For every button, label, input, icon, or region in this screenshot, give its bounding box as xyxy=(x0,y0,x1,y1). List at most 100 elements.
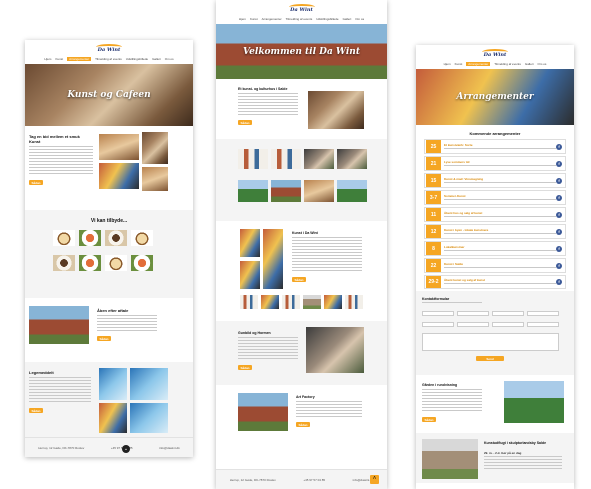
nav-item[interactable]: Hjem xyxy=(44,57,51,61)
intro-section: Et kunst- og kulturhus i Salde Sådan xyxy=(216,79,387,139)
event-item[interactable]: 25 Et kunstværk: Sorte f xyxy=(424,139,566,154)
garden-button[interactable]: Sådan xyxy=(422,417,436,422)
event-date: 3-7 xyxy=(426,191,441,204)
event-item[interactable]: 22 Kunst i Salde f xyxy=(424,258,566,273)
photo xyxy=(99,368,127,400)
photo xyxy=(79,255,101,271)
facebook-icon[interactable]: f xyxy=(556,211,562,218)
event-date: 11 xyxy=(426,208,441,221)
event-name: Kunst i Salde xyxy=(444,261,464,266)
nav-item[interactable]: Udstillingsbillede xyxy=(316,17,338,21)
photo xyxy=(131,230,153,246)
footer-address: Herrup, 12 Gøde, DK-7870 Roslev xyxy=(229,477,276,482)
event-item[interactable]: 15 Kunst & mad: Vinsmagning f xyxy=(424,173,566,188)
scroll-top-icon[interactable]: ˄ xyxy=(370,475,379,484)
history-section: Art Factory Sådan xyxy=(216,385,387,439)
form-submit-button[interactable]: Send xyxy=(476,356,504,361)
hero-title: Arrangementer xyxy=(456,92,534,102)
nav-item[interactable]: Galleri xyxy=(343,17,352,21)
hero-title: Kunst og Cafeen xyxy=(67,90,151,100)
event-item[interactable]: 3-7 Sommer-Kunst f xyxy=(424,190,566,205)
offer-heading: Vi kan tilbyde... xyxy=(90,218,128,224)
photo xyxy=(261,295,279,309)
form-field[interactable] xyxy=(527,322,559,327)
hero-banner: Arrangementer xyxy=(416,69,574,125)
form-field[interactable] xyxy=(422,311,454,316)
history-button[interactable]: Sådan xyxy=(296,422,310,427)
message-textarea[interactable] xyxy=(422,333,559,351)
form-intro-text xyxy=(422,302,482,305)
form-field[interactable] xyxy=(457,322,489,327)
form-field[interactable] xyxy=(527,311,559,316)
site-logo[interactable]: Da Wint xyxy=(94,44,124,54)
photo xyxy=(422,439,478,479)
evening-button[interactable]: Sådan xyxy=(97,336,111,341)
nav-item[interactable]: Arrangementer xyxy=(262,17,282,21)
nav-item[interactable]: Kunst xyxy=(455,62,463,66)
form-field[interactable] xyxy=(422,322,454,327)
play-button[interactable]: Sådan xyxy=(29,408,43,413)
photo xyxy=(105,230,127,246)
facebook-icon[interactable]: f xyxy=(556,194,562,201)
footer-phone[interactable]: +45 97 57 04 85 xyxy=(303,478,325,482)
photo xyxy=(504,381,564,423)
nav-item[interactable]: Hjem xyxy=(444,62,451,66)
facebook-icon[interactable]: f xyxy=(556,177,562,184)
photo xyxy=(238,149,268,169)
nav-item[interactable]: Tilmelding af events xyxy=(95,57,122,61)
event-item[interactable]: 21 Lyse sommers tid f xyxy=(424,156,566,171)
nav-item[interactable]: Galleri xyxy=(525,62,534,66)
sculpture-heading: Kunstudflugt i skulpturlandsby Salde xyxy=(484,441,547,445)
nav-item[interactable]: Om os xyxy=(355,17,364,21)
photo xyxy=(304,149,334,169)
nav-item[interactable]: Arrangementer xyxy=(466,62,491,66)
form-field[interactable] xyxy=(457,311,489,316)
photo xyxy=(131,255,153,271)
scroll-down-icon[interactable]: ⌄ xyxy=(122,445,130,453)
facebook-icon[interactable]: f xyxy=(556,245,562,252)
nav-item[interactable]: Udstillingsbillede xyxy=(126,57,148,61)
main-nav: Hjem Kunst Arrangementer Tilmelding af e… xyxy=(25,57,193,61)
facebook-icon[interactable]: f xyxy=(556,160,562,167)
facebook-icon[interactable]: f xyxy=(556,228,562,235)
garden-text xyxy=(422,389,482,413)
facebook-icon[interactable]: f xyxy=(556,143,562,150)
nav-item[interactable]: Om os xyxy=(165,57,174,61)
nav-item[interactable]: Tilmelding af events xyxy=(494,62,521,66)
photo xyxy=(99,403,127,433)
owners-heading: Gunbild og Hormen xyxy=(238,331,271,335)
event-item[interactable]: 8 Lokalkunstner f xyxy=(424,241,566,256)
site-logo[interactable]: Da Wint xyxy=(287,4,317,14)
footer-email[interactable]: info@dawint.dk xyxy=(159,446,180,450)
photo xyxy=(337,180,367,202)
facebook-icon[interactable]: f xyxy=(556,262,562,269)
play-section: Legemeddelt Sådan xyxy=(25,362,193,437)
photo xyxy=(240,295,258,309)
owners-button[interactable]: Sådan xyxy=(238,365,252,370)
nav-item[interactable]: Kunst xyxy=(250,17,258,21)
facebook-icon[interactable]: f xyxy=(556,279,562,285)
event-item[interactable]: 29-2 Åbent kunst og salg af kunst f xyxy=(424,275,566,289)
event-item[interactable]: 12 Kunst i byen - lokale kunstnere f xyxy=(424,224,566,239)
home-page-screenshot: Da Wint Hjem Kunst Arrangementer Tilmeld… xyxy=(216,0,387,489)
intro-heading: Tag en bid mellem et smuk Kunst xyxy=(29,134,80,144)
event-name: Lokalkunstner xyxy=(444,244,465,249)
nav-item[interactable]: Hjem xyxy=(239,17,246,21)
site-footer: Herrup, 12 Gøde, DK-7870 Roslev +45 97 5… xyxy=(25,437,193,457)
form-heading: Kontaktformular xyxy=(422,297,450,301)
nav-item[interactable]: Arrangementer xyxy=(67,57,92,61)
form-field[interactable] xyxy=(492,311,524,316)
nav-item[interactable]: Galleri xyxy=(152,57,161,61)
event-item[interactable]: 11 Åbent hus og salg af kunst f xyxy=(424,207,566,222)
photo xyxy=(306,327,364,373)
form-field[interactable] xyxy=(492,322,524,327)
art-button[interactable]: Sådan xyxy=(292,277,306,282)
intro-button[interactable]: Sådan xyxy=(29,180,43,185)
nav-item[interactable]: Tilmelding af events xyxy=(286,17,313,21)
nav-item[interactable]: Kunst xyxy=(55,57,63,61)
site-logo[interactable]: Da Wint xyxy=(480,49,510,59)
sculpture-section: Kunstudflugt i skulpturlandsby Salde 29.… xyxy=(416,433,574,483)
nav-item[interactable]: Om os xyxy=(538,62,547,66)
photo xyxy=(130,403,168,433)
intro-button[interactable]: Sådan xyxy=(238,120,252,125)
